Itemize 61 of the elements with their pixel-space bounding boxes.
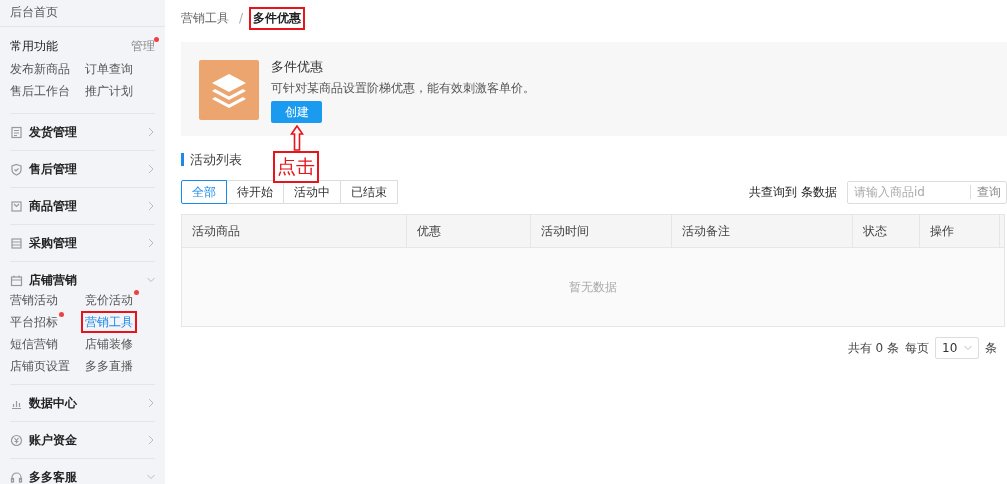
menu-item[interactable]: 采购管理	[10, 225, 155, 261]
column-header: 活动时间	[531, 215, 672, 247]
empty-message: 暂无数据	[569, 278, 617, 296]
menu-item[interactable]: 商品管理	[10, 188, 155, 224]
menu-item[interactable]: 数据中心	[10, 385, 155, 421]
total-count: 共有 0 条	[847, 339, 899, 357]
document-icon	[10, 125, 23, 139]
filter-tab[interactable]: 已结束	[340, 180, 398, 204]
home-link[interactable]: 后台首页	[0, 0, 165, 27]
breadcrumb-item: 多件优惠	[249, 6, 306, 30]
chevron-icon	[147, 398, 155, 408]
coin-icon	[10, 433, 23, 447]
sidebar-link[interactable]: 短信营销	[6, 333, 62, 355]
sidebar-link[interactable]: 店铺页设置	[6, 355, 74, 377]
menu-item[interactable]: 账户资金	[10, 422, 155, 458]
column-header: 活动商品	[182, 215, 407, 247]
chevron-icon	[147, 472, 155, 482]
chevron-icon	[147, 435, 155, 445]
chevron-icon	[147, 127, 155, 137]
layers-icon	[199, 60, 259, 120]
chevron-icon	[147, 201, 155, 211]
sidebar-link[interactable]: 多多直播	[81, 355, 137, 377]
sidebar-link[interactable]: 营销活动	[6, 289, 62, 311]
calendar-icon	[10, 273, 23, 287]
filter-tab[interactable]: 活动中	[283, 180, 341, 204]
sidebar-link[interactable]: 店铺装修	[81, 333, 137, 355]
page-size-label: 每页	[905, 339, 929, 357]
column-header: 优惠	[407, 215, 531, 247]
shield-icon	[10, 162, 23, 176]
headset-icon	[10, 470, 23, 484]
page-size-unit: 条	[985, 339, 997, 357]
menu-item[interactable]: 多多客服	[10, 459, 155, 484]
chevron-icon	[147, 275, 155, 285]
chevron-icon	[147, 238, 155, 248]
breadcrumb-item[interactable]: 营销工具	[177, 6, 233, 30]
promo-title: 多件优惠	[271, 58, 324, 76]
column-header: 操作	[920, 215, 1000, 247]
chevron-icon	[147, 164, 155, 174]
sidebar-link[interactable]: 竞价活动	[81, 289, 137, 311]
chevron-icon	[964, 343, 972, 353]
search-field[interactable]: 请输入商品id 查询	[847, 180, 1007, 204]
section-title: 常用功能	[10, 37, 58, 55]
sidebar-link[interactable]: 平台招标	[6, 311, 62, 333]
sidebar-link[interactable]: 发布新商品	[6, 58, 74, 80]
promo-description: 可针对某商品设置阶梯优惠，能有效刺激客单价。	[271, 80, 535, 97]
up-arrow-annotation	[290, 125, 304, 151]
filter-tab[interactable]: 待开始	[226, 180, 284, 204]
menu-item[interactable]: 发货管理	[10, 114, 155, 150]
list-icon	[10, 236, 23, 250]
sidebar-link[interactable]: 推广计划	[81, 80, 137, 102]
page-size-select[interactable]: 10	[935, 337, 979, 359]
menu-item[interactable]: 售后管理	[10, 151, 155, 187]
sidebar-link[interactable]: 订单查询	[81, 58, 137, 80]
breadcrumb-separator: /	[239, 11, 244, 25]
result-count-text: 共查询到 条数据	[749, 183, 837, 201]
filter-tab[interactable]: 全部	[181, 180, 227, 204]
search-button[interactable]: 查询	[970, 185, 1001, 199]
column-header: 活动备注	[672, 215, 853, 247]
column-header: 状态	[853, 215, 920, 247]
box-icon	[10, 199, 23, 213]
sidebar-link[interactable]: 售后工作台	[6, 80, 74, 102]
